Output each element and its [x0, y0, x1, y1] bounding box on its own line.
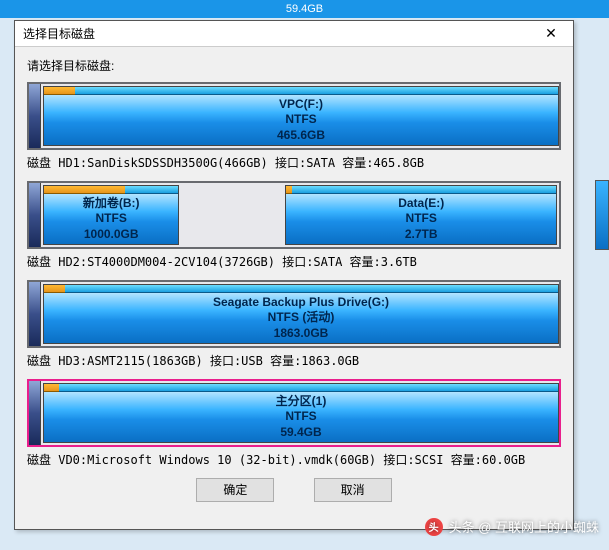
used-space-bar — [44, 186, 125, 194]
partition-body: Data(E:)NTFS2.7TB — [286, 194, 556, 244]
disk-caption: 磁盘 HD1:SanDiskSDSSDH3500G(466GB) 接口:SATA… — [27, 154, 561, 171]
disk-handle — [29, 381, 41, 445]
dialog-title: 选择目标磁盘 — [23, 25, 95, 42]
partition-fs: NTFS — [96, 211, 127, 227]
disk-group: 主分区(1)NTFS59.4GB 磁盘 VD0:Microsoft Windows… — [27, 379, 561, 468]
partition-label: Data(E:) — [398, 196, 444, 212]
usage-indicator — [44, 186, 178, 194]
titlebar: 选择目标磁盘 ✕ — [15, 21, 573, 47]
ok-button[interactable]: 确定 — [196, 478, 274, 502]
disk-handle — [29, 282, 41, 346]
partition-fs: NTFS — [285, 409, 316, 425]
disk-caption: 磁盘 HD3:ASMT2115(1863GB) 接口:USB 容量:1863.0… — [27, 352, 561, 369]
usage-indicator — [44, 384, 558, 392]
partition-body: VPC(F:)NTFS465.6GB — [44, 95, 558, 145]
partition-size: 59.4GB — [280, 425, 321, 441]
instruction-text: 请选择目标磁盘: — [27, 57, 561, 74]
partition[interactable]: Seagate Backup Plus Drive(G:)NTFS (活动)18… — [43, 284, 559, 344]
watermark-text: 头条 @ 互联网上的小蜘蛛 — [449, 517, 599, 536]
partition-size: 1000.0GB — [84, 227, 139, 243]
free-space-bar — [65, 285, 558, 293]
unallocated-gap — [181, 183, 283, 247]
used-space-bar — [44, 87, 75, 95]
used-space-bar — [44, 384, 59, 392]
disk-bar[interactable]: 新加卷(B:)NTFS1000.0GBData(E:)NTFS2.7TB — [27, 181, 561, 249]
partition[interactable]: 新加卷(B:)NTFS1000.0GB — [43, 185, 179, 245]
usage-indicator — [286, 186, 556, 194]
watermark-logo-icon: 头 — [425, 518, 443, 536]
partition[interactable]: Data(E:)NTFS2.7TB — [285, 185, 557, 245]
close-button[interactable]: ✕ — [533, 23, 569, 45]
free-space-bar — [59, 384, 558, 392]
partition-body: 新加卷(B:)NTFS1000.0GB — [44, 194, 178, 244]
button-row: 确定 取消 — [27, 478, 561, 502]
disk-bar[interactable]: 主分区(1)NTFS59.4GB — [27, 379, 561, 447]
close-icon: ✕ — [545, 25, 557, 42]
partition-fs: NTFS — [285, 112, 316, 128]
disk-group: Seagate Backup Plus Drive(G:)NTFS (活动)18… — [27, 280, 561, 369]
disk-caption: 磁盘 HD2:ST4000DM004-2CV104(3726GB) 接口:SAT… — [27, 253, 561, 270]
partition-label: Seagate Backup Plus Drive(G:) — [213, 295, 389, 311]
partition-size: 2.7TB — [405, 227, 438, 243]
partition-body: 主分区(1)NTFS59.4GB — [44, 392, 558, 442]
disk-handle — [29, 84, 41, 148]
partition-fs: NTFS — [406, 211, 437, 227]
disk-bar[interactable]: VPC(F:)NTFS465.6GB — [27, 82, 561, 150]
disk-group: 新加卷(B:)NTFS1000.0GBData(E:)NTFS2.7TB磁盘 H… — [27, 181, 561, 270]
partition-label: 主分区(1) — [276, 394, 327, 410]
disk-caption: 磁盘 VD0:Microsoft Windows 10 (32-bit).vmd… — [27, 451, 561, 468]
partition[interactable]: 主分区(1)NTFS59.4GB — [43, 383, 559, 443]
cancel-button[interactable]: 取消 — [314, 478, 392, 502]
disk-handle — [29, 183, 41, 247]
usage-indicator — [44, 285, 558, 293]
free-space-bar — [292, 186, 556, 194]
usage-indicator — [44, 87, 558, 95]
partition-label: 新加卷(B:) — [83, 196, 140, 212]
free-space-bar — [75, 87, 558, 95]
used-space-bar — [44, 285, 65, 293]
free-space-bar — [125, 186, 179, 194]
parent-window-banner: 59.4GB — [0, 0, 609, 18]
partition-fs: NTFS (活动) — [268, 310, 335, 326]
disk-bar[interactable]: Seagate Backup Plus Drive(G:)NTFS (活动)18… — [27, 280, 561, 348]
select-target-disk-dialog: 选择目标磁盘 ✕ 请选择目标磁盘: VPC(F:)NTFS465.6GB磁盘 H… — [14, 20, 574, 530]
watermark: 头 头条 @ 互联网上的小蜘蛛 — [425, 517, 599, 536]
background-strip — [595, 180, 609, 250]
partition[interactable]: VPC(F:)NTFS465.6GB — [43, 86, 559, 146]
partition-label: VPC(F:) — [279, 97, 323, 113]
partition-body: Seagate Backup Plus Drive(G:)NTFS (活动)18… — [44, 293, 558, 343]
partition-size: 465.6GB — [277, 128, 325, 144]
dialog-content: 请选择目标磁盘: VPC(F:)NTFS465.6GB磁盘 HD1:SanDis… — [15, 47, 573, 512]
partition-size: 1863.0GB — [274, 326, 329, 342]
disk-list: VPC(F:)NTFS465.6GB磁盘 HD1:SanDiskSDSSDH35… — [27, 82, 561, 468]
disk-group: VPC(F:)NTFS465.6GB 磁盘 HD1:SanDiskSDSSDH35… — [27, 82, 561, 171]
